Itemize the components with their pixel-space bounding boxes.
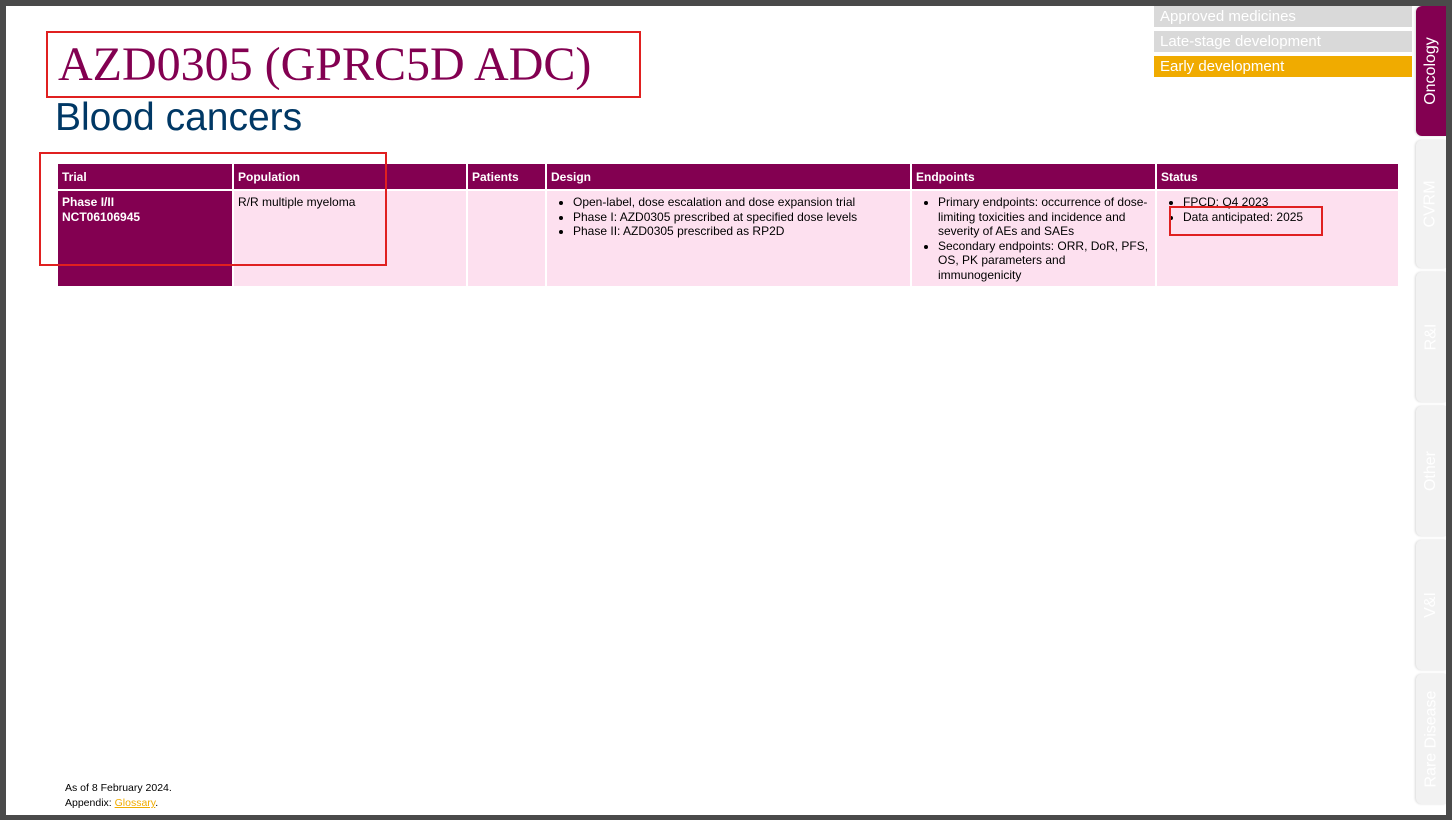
trial-cell: Phase I/II NCT06106945 <box>58 191 232 286</box>
tab-other-label: Other <box>1422 450 1440 492</box>
tab-cvrm-label: CVRM <box>1422 180 1440 228</box>
header-population: Population <box>234 164 466 189</box>
tab-oncology-label: Oncology <box>1422 37 1439 105</box>
tab-ri[interactable]: R&I <box>1416 272 1446 402</box>
stage-early-development[interactable]: Early development <box>1154 56 1412 77</box>
population-cell: R/R multiple myeloma <box>234 191 466 286</box>
header-patients: Patients <box>468 164 545 189</box>
page-subtitle: Blood cancers <box>55 96 303 139</box>
footer-as-of: As of 8 February 2024. <box>65 782 172 794</box>
patients-cell <box>468 191 545 286</box>
status-item: FPCD: Q4 2023 <box>1183 195 1394 210</box>
tab-ri-label: R&I <box>1421 323 1439 351</box>
stage-legend: Approved medicines Late-stage developmen… <box>1154 6 1412 81</box>
status-list: FPCD: Q4 2023 Data anticipated: 2025 <box>1161 195 1394 224</box>
endpoint-item: Secondary endpoints: ORR, DoR, PFS, OS, … <box>938 239 1151 283</box>
stage-approved-medicines[interactable]: Approved medicines <box>1154 6 1412 27</box>
trial-table: Trial Population Patients Design Endpoin… <box>56 162 1400 288</box>
design-list: Open-label, dose escalation and dose exp… <box>551 195 906 239</box>
design-cell: Open-label, dose escalation and dose exp… <box>547 191 910 286</box>
side-tabs: Oncology CVRM R&I Other V&I Rare Disease <box>1416 6 1446 815</box>
header-design: Design <box>547 164 910 189</box>
title-highlight-box: AZD0305 (GPRC5D ADC) <box>46 31 641 98</box>
tab-vi-label: V&I <box>1421 592 1439 618</box>
design-item: Open-label, dose escalation and dose exp… <box>573 195 906 210</box>
tab-oncology[interactable]: Oncology <box>1416 6 1446 136</box>
header-status: Status <box>1157 164 1398 189</box>
tab-cvrm[interactable]: CVRM <box>1416 140 1446 268</box>
tab-rare-disease[interactable]: Rare Disease <box>1416 674 1446 804</box>
status-cell: FPCD: Q4 2023 Data anticipated: 2025 <box>1157 191 1398 286</box>
tab-rare-disease-label: Rare Disease <box>1422 690 1439 788</box>
table-header-row: Trial Population Patients Design Endpoin… <box>58 164 1398 189</box>
trial-id: NCT06106945 <box>62 209 141 224</box>
trial-phase: Phase I/II <box>62 195 115 209</box>
footer-appendix-suffix: . <box>155 797 159 809</box>
page-title: AZD0305 (GPRC5D ADC) <box>58 38 592 91</box>
footer-appendix: Appendix: Glossary. <box>65 796 172 811</box>
endpoint-item: Primary endpoints: occurrence of dose-li… <box>938 195 1151 239</box>
endpoints-cell: Primary endpoints: occurrence of dose-li… <box>912 191 1155 286</box>
table-row: Phase I/II NCT06106945 R/R multiple myel… <box>58 191 1398 286</box>
design-item: Phase I: AZD0305 prescribed at specified… <box>573 210 906 225</box>
tab-vi[interactable]: V&I <box>1416 540 1446 670</box>
footer: As of 8 February 2024. Appendix: Glossar… <box>65 781 172 811</box>
glossary-link[interactable]: Glossary <box>115 797 156 809</box>
design-item: Phase II: AZD0305 prescribed as RP2D <box>573 224 906 239</box>
header-trial: Trial <box>58 164 232 189</box>
footer-appendix-prefix: Appendix: <box>65 797 115 809</box>
tab-other[interactable]: Other <box>1416 406 1446 536</box>
header-endpoints: Endpoints <box>912 164 1155 189</box>
status-item: Data anticipated: 2025 <box>1183 210 1394 225</box>
stage-late-stage-development[interactable]: Late-stage development <box>1154 31 1412 52</box>
slide: AZD0305 (GPRC5D ADC) Blood cancers Appro… <box>6 6 1446 815</box>
endpoints-list: Primary endpoints: occurrence of dose-li… <box>916 195 1151 282</box>
